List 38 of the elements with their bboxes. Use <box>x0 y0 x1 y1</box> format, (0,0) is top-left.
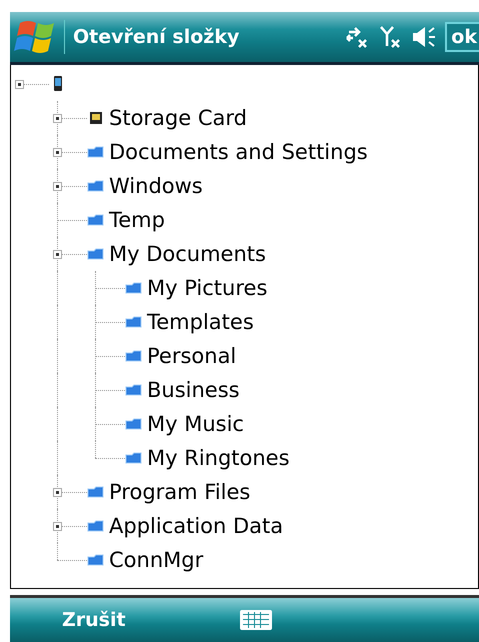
folder-label[interactable]: Templates <box>147 310 254 334</box>
ok-button[interactable]: ok <box>445 22 479 52</box>
expand-box[interactable] <box>53 488 62 497</box>
folder-label[interactable]: Program Files <box>109 480 250 504</box>
folder-label[interactable]: Storage Card <box>109 106 247 130</box>
folder-icon <box>87 212 105 227</box>
expand-box[interactable] <box>53 522 62 531</box>
expand-box[interactable] <box>53 114 62 123</box>
folder-icon <box>87 518 105 533</box>
folder-label[interactable]: Documents and Settings <box>109 140 368 164</box>
folder-label[interactable]: Application Data <box>109 514 284 538</box>
expand-box[interactable] <box>15 80 24 89</box>
folder-icon <box>125 314 143 329</box>
folder-label[interactable]: My Documents <box>109 242 266 266</box>
folder-icon <box>87 484 105 499</box>
folder-label[interactable]: Business <box>147 378 240 402</box>
folder-icon <box>87 246 105 261</box>
folder-label[interactable]: My Pictures <box>147 276 268 300</box>
window-title: Otevření složky <box>73 26 240 48</box>
folder-icon <box>125 450 143 465</box>
folder-icon <box>87 178 105 193</box>
folder-icon <box>125 280 143 295</box>
expand-box[interactable] <box>53 182 62 191</box>
folder-label[interactable]: My Ringtones <box>147 446 290 470</box>
folder-icon <box>125 382 143 397</box>
expand-box[interactable] <box>53 250 62 259</box>
folder-label[interactable]: Personal <box>147 344 236 368</box>
keyboard-icon[interactable] <box>240 610 272 630</box>
folder-label[interactable]: Temp <box>109 208 165 232</box>
folder-label[interactable]: Windows <box>109 174 203 198</box>
folder-label[interactable]: My Music <box>147 412 244 436</box>
folder-label[interactable]: ConnMgr <box>109 548 204 572</box>
folder-icon <box>87 552 105 567</box>
expand-box[interactable] <box>53 148 62 157</box>
folder-icon <box>125 416 143 431</box>
folder-icon <box>125 348 143 363</box>
folder-icon <box>87 144 105 159</box>
cancel-softkey[interactable]: Zrušit <box>62 609 182 632</box>
